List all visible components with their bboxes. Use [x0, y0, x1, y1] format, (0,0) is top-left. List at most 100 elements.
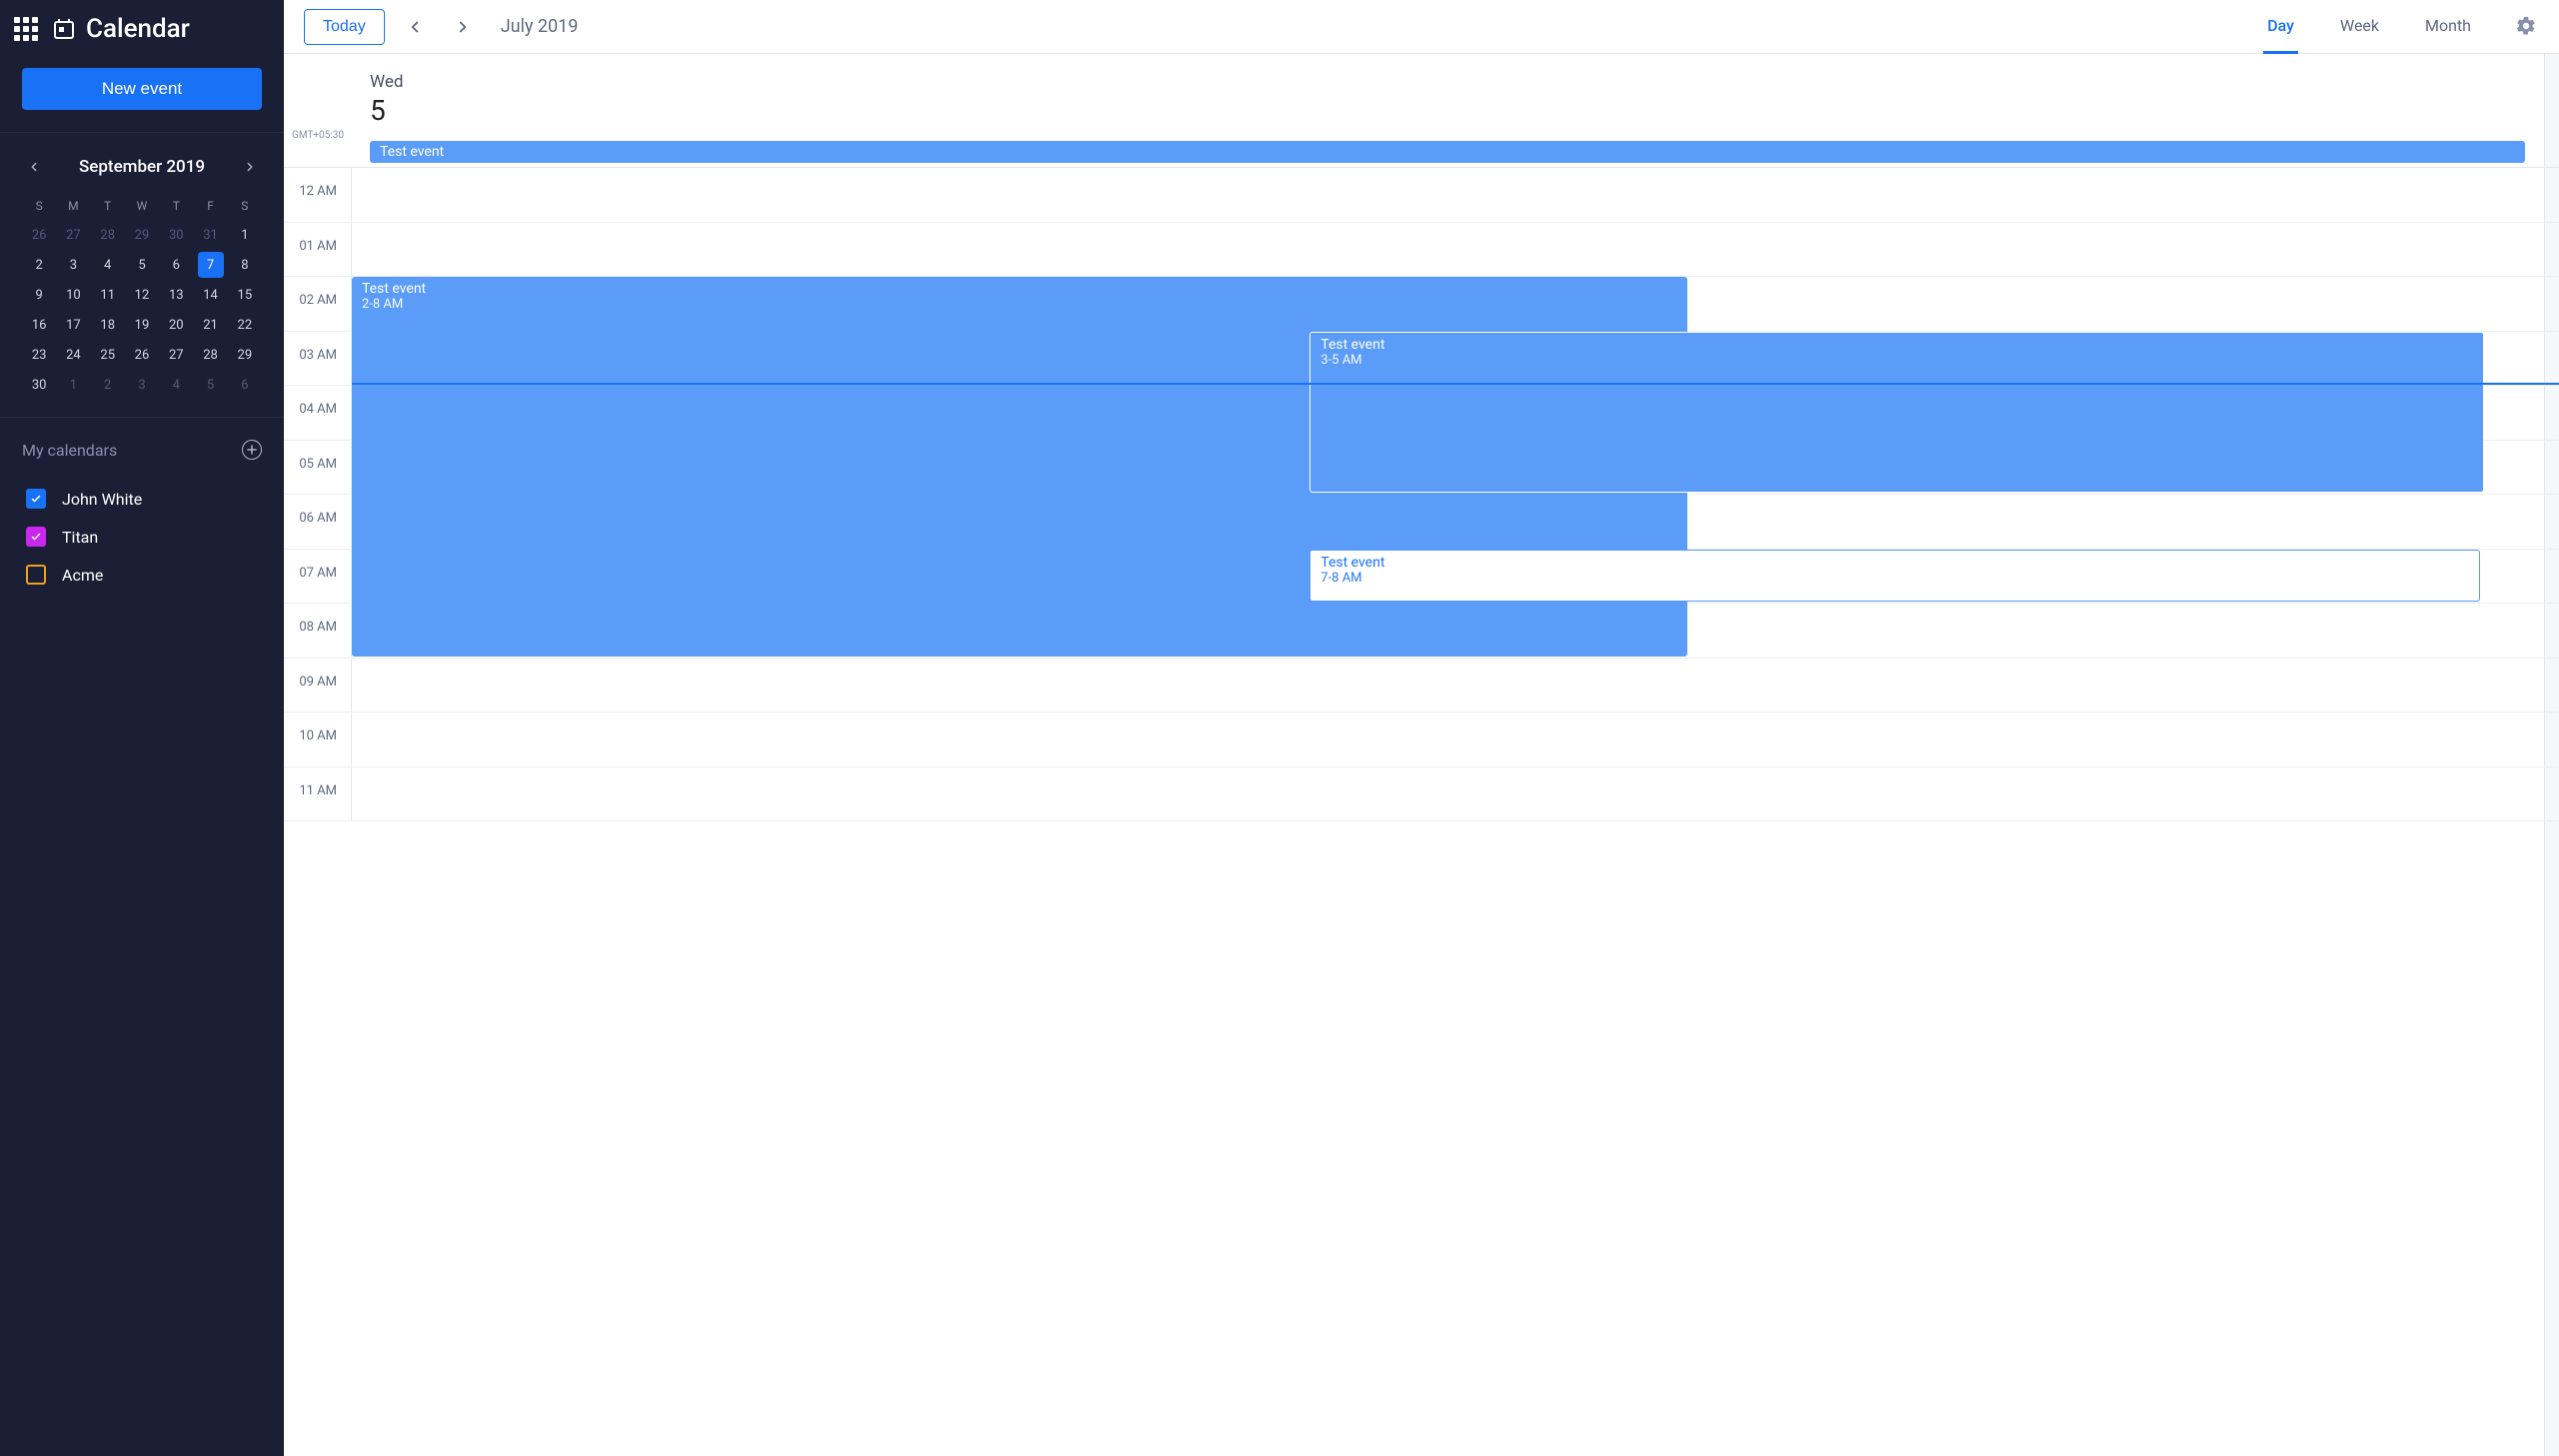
mini-cal-day[interactable]: 4 — [163, 372, 189, 398]
mini-cal-dow: S — [22, 193, 56, 219]
hour-cell[interactable] — [352, 223, 2559, 277]
mini-cal-day[interactable]: 2 — [95, 372, 121, 398]
settings-button[interactable] — [2515, 15, 2539, 39]
allday-event[interactable]: Test event — [370, 141, 2525, 163]
time-grid[interactable]: Test event2-8 AMTest event3-5 AMTest eve… — [284, 168, 2559, 821]
calendar-label: John White — [62, 490, 142, 509]
mini-calendar-grid: SMTWTFS262728293031123456789101112131415… — [22, 193, 262, 399]
mini-cal-day[interactable]: 15 — [232, 282, 258, 308]
mini-cal-day[interactable]: 30 — [163, 222, 189, 248]
next-period-button[interactable] — [445, 9, 481, 45]
new-event-button[interactable]: New event — [22, 68, 262, 110]
calendar-checkbox[interactable] — [26, 489, 46, 509]
calendar-item[interactable]: Titan — [22, 518, 262, 556]
event-title: Test event — [1320, 555, 2468, 571]
view-tab-week[interactable]: Week — [2336, 0, 2383, 54]
hour-cell[interactable] — [352, 168, 2559, 222]
hour-row[interactable]: 01 AM — [284, 223, 2559, 278]
hour-cell[interactable] — [352, 713, 2559, 766]
mini-cal-dow: T — [159, 193, 193, 219]
today-button[interactable]: Today — [304, 9, 385, 45]
hour-cell[interactable] — [352, 767, 2559, 821]
check-icon — [30, 531, 42, 543]
mini-cal-day[interactable]: 19 — [129, 312, 155, 338]
hour-label: 11 AM — [284, 767, 352, 821]
mini-cal-day[interactable]: 16 — [26, 312, 52, 338]
mini-calendar: September 2019 SMTWTFS262728293031123456… — [0, 133, 284, 418]
mini-cal-day[interactable]: 7 — [198, 252, 224, 278]
mini-cal-next-button[interactable] — [238, 155, 262, 179]
chevron-right-icon — [454, 18, 472, 36]
mini-cal-day[interactable]: 25 — [95, 342, 121, 368]
mini-cal-day[interactable]: 29 — [232, 342, 258, 368]
mini-cal-day[interactable]: 27 — [163, 342, 189, 368]
event-title: Test event — [1320, 337, 2473, 353]
day-number-label: 5 — [370, 94, 2559, 127]
add-calendar-button[interactable] — [242, 440, 262, 460]
chevron-left-icon — [27, 160, 41, 174]
apps-grid-icon[interactable] — [14, 17, 38, 41]
mini-cal-day[interactable]: 31 — [198, 222, 224, 248]
view-tab-month[interactable]: Month — [2421, 0, 2475, 54]
mini-cal-day[interactable]: 8 — [232, 252, 258, 278]
calendar-label: Titan — [62, 528, 98, 547]
mini-cal-dow: W — [125, 193, 159, 219]
mini-cal-day[interactable]: 27 — [60, 222, 86, 248]
mini-cal-day[interactable]: 10 — [60, 282, 86, 308]
view-tab-day[interactable]: Day — [2263, 0, 2298, 54]
mini-cal-day[interactable]: 28 — [95, 222, 121, 248]
day-view[interactable]: GMT+05:30 Wed 5 Test event Test event2-8… — [284, 54, 2559, 1456]
mini-cal-day[interactable]: 28 — [198, 342, 224, 368]
event-time: 3-5 AM — [1320, 353, 2473, 368]
mini-cal-day[interactable]: 26 — [129, 342, 155, 368]
mini-cal-prev-button[interactable] — [22, 155, 46, 179]
calendar-event[interactable]: Test event3-5 AM — [1309, 332, 2484, 494]
hour-row[interactable]: 10 AM — [284, 713, 2559, 767]
mini-cal-day[interactable]: 5 — [129, 252, 155, 278]
sidebar-header: Calendar — [0, 0, 284, 58]
mini-cal-day[interactable]: 13 — [163, 282, 189, 308]
hour-row[interactable]: 12 AM — [284, 168, 2559, 223]
hour-row[interactable]: 09 AM — [284, 659, 2559, 714]
mini-cal-day[interactable]: 23 — [26, 342, 52, 368]
mini-cal-day[interactable]: 6 — [163, 252, 189, 278]
mini-cal-day[interactable]: 2 — [26, 252, 52, 278]
mini-cal-dow: T — [91, 193, 125, 219]
gear-icon — [2515, 15, 2537, 37]
mini-cal-day[interactable]: 5 — [198, 372, 224, 398]
mini-cal-day[interactable]: 30 — [26, 372, 52, 398]
mini-cal-day[interactable]: 24 — [60, 342, 86, 368]
event-time: 7-8 AM — [1320, 571, 2468, 586]
calendar-checkbox[interactable] — [26, 565, 46, 585]
mini-cal-day[interactable]: 1 — [232, 222, 258, 248]
hour-label: 03 AM — [284, 332, 352, 386]
new-event-wrap: New event — [0, 58, 284, 133]
my-calendars-header: My calendars — [22, 440, 262, 460]
mini-cal-day[interactable]: 29 — [129, 222, 155, 248]
sidebar: Calendar New event September 2019 SMTWTF… — [0, 0, 284, 1456]
calendar-item[interactable]: Acme — [22, 556, 262, 594]
mini-cal-day[interactable]: 22 — [232, 312, 258, 338]
mini-cal-day[interactable]: 26 — [26, 222, 52, 248]
mini-cal-day[interactable]: 21 — [198, 312, 224, 338]
hour-label: 04 AM — [284, 386, 352, 440]
hour-row[interactable]: 11 AM — [284, 767, 2559, 822]
mini-cal-day[interactable]: 11 — [95, 282, 121, 308]
prev-period-button[interactable] — [397, 9, 433, 45]
brand[interactable]: Calendar — [52, 14, 190, 44]
mini-cal-day[interactable]: 9 — [26, 282, 52, 308]
calendar-event[interactable]: Test event7-8 AM — [1309, 550, 2479, 603]
mini-cal-day[interactable]: 3 — [129, 372, 155, 398]
mini-cal-day[interactable]: 1 — [60, 372, 86, 398]
mini-cal-day[interactable]: 3 — [60, 252, 86, 278]
mini-cal-day[interactable]: 17 — [60, 312, 86, 338]
mini-cal-day[interactable]: 4 — [95, 252, 121, 278]
mini-cal-day[interactable]: 12 — [129, 282, 155, 308]
mini-cal-day[interactable]: 6 — [232, 372, 258, 398]
mini-cal-day[interactable]: 18 — [95, 312, 121, 338]
calendar-item[interactable]: John White — [22, 480, 262, 518]
calendar-checkbox[interactable] — [26, 527, 46, 547]
mini-cal-day[interactable]: 14 — [198, 282, 224, 308]
mini-cal-day[interactable]: 20 — [163, 312, 189, 338]
hour-cell[interactable] — [352, 659, 2559, 713]
